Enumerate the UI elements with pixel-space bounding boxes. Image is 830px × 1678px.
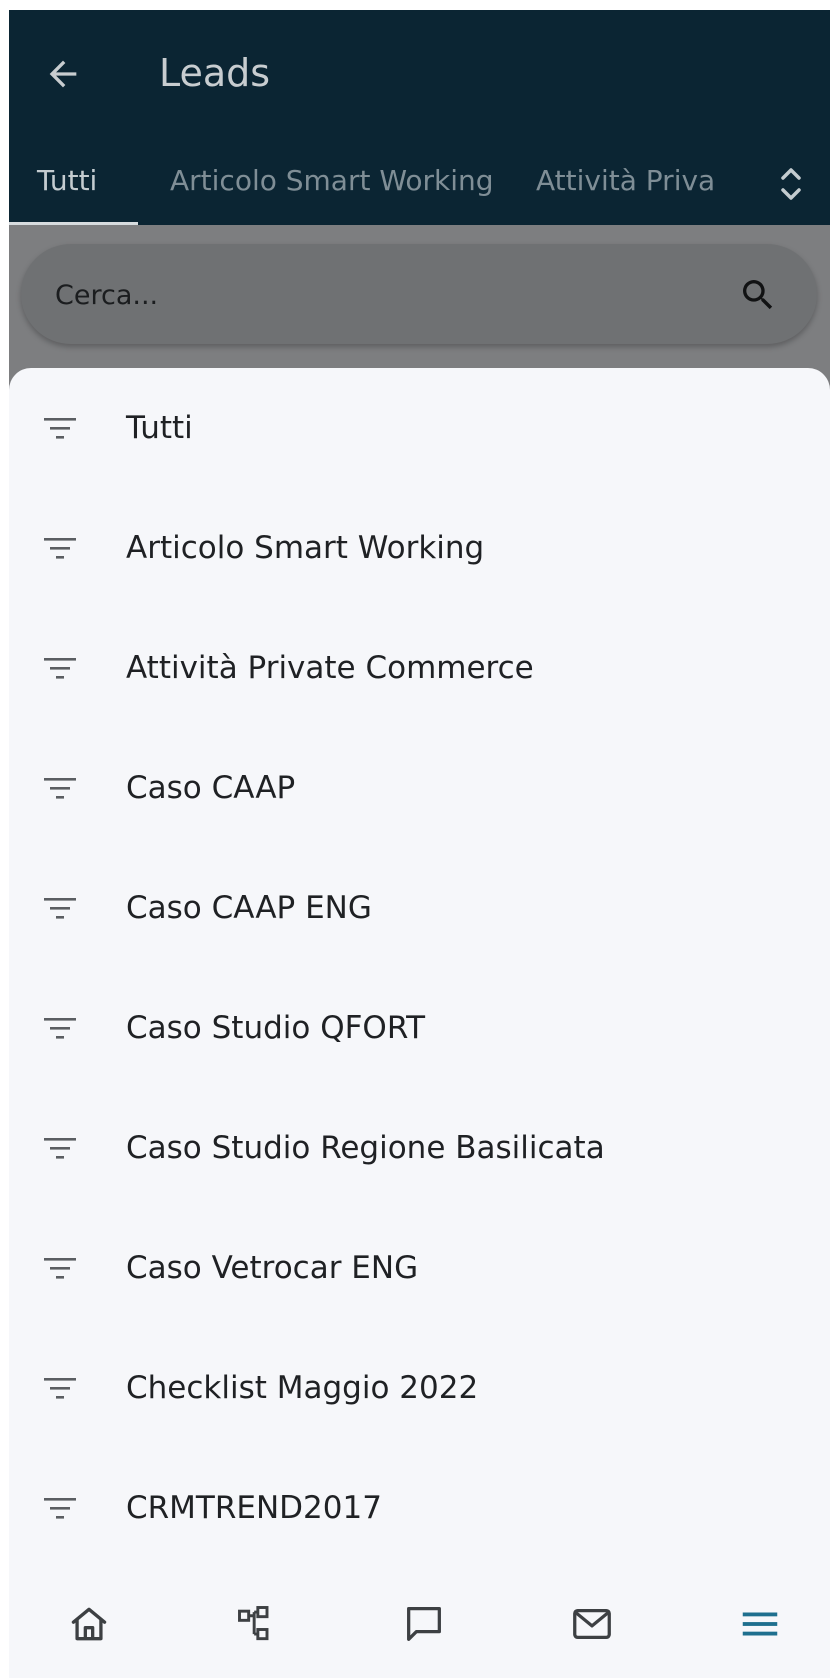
filter-icon: [44, 658, 76, 679]
hierarchy-icon: [238, 1606, 269, 1641]
mail-icon: [573, 1608, 611, 1640]
filter-label: Caso CAAP ENG: [126, 890, 372, 926]
filter-label: Articolo Smart Working: [126, 530, 485, 566]
arrow-left-icon: [49, 60, 77, 88]
search-icon: [743, 280, 773, 310]
chat-icon: [407, 1607, 441, 1641]
filter-item[interactable]: Tutti: [9, 368, 830, 488]
active-tab-indicator: [9, 222, 138, 225]
filter-label: Caso Studio Regione Basilicata: [126, 1130, 605, 1166]
search-button[interactable]: [733, 270, 783, 320]
chevron-up-down-icon: [781, 168, 801, 200]
filter-item[interactable]: Attività Private Commerce: [9, 608, 830, 728]
filter-bottom-sheet: Tutti Articolo Smart Working Attività Pr…: [9, 368, 830, 1678]
filter-label: Caso Vetrocar ENG: [126, 1250, 419, 1286]
tab-articolo-smart-working[interactable]: Articolo Smart Working: [170, 142, 494, 225]
filter-icon: [44, 538, 76, 559]
filter-label: Attività Private Commerce: [126, 650, 534, 686]
filter-icon: [44, 898, 76, 919]
filter-item[interactable]: Caso CAAP ENG: [9, 848, 830, 968]
back-button[interactable]: [39, 50, 87, 98]
filter-item[interactable]: Checklist Maggio 2022: [9, 1328, 830, 1448]
filter-label: Caso Studio QFORT: [126, 1010, 426, 1046]
filter-icon: [44, 1258, 76, 1279]
nav-mail-button[interactable]: [562, 1594, 622, 1654]
filter-item[interactable]: Caso Studio Regione Basilicata: [9, 1088, 830, 1208]
search-bar: [21, 244, 817, 344]
filter-label: CRMTREND2017: [126, 1490, 382, 1526]
nav-chat-button[interactable]: [394, 1594, 454, 1654]
filter-label: Tutti: [126, 410, 193, 446]
filter-item[interactable]: CRMTREND2017: [9, 1448, 830, 1568]
filter-icon: [44, 418, 76, 439]
filter-label: Caso CAAP: [126, 770, 296, 806]
tabs-expand-button[interactable]: [765, 156, 817, 212]
filter-item[interactable]: Caso Studio QFORT: [9, 968, 830, 1088]
filter-icon: [44, 1018, 76, 1039]
filter-tabs: Tutti Articolo Smart Working Attività Pr…: [9, 142, 830, 225]
filter-icon: [44, 778, 76, 799]
nav-home-button[interactable]: [59, 1594, 119, 1654]
filter-item[interactable]: Articolo Smart Working: [9, 488, 830, 608]
tab-attivita-private[interactable]: Attività Priva: [536, 142, 715, 225]
app-bar: Leads Tutti Articolo Smart Working Attiv…: [9, 10, 830, 225]
menu-icon: [742, 1612, 778, 1636]
filter-label: Checklist Maggio 2022: [126, 1370, 479, 1406]
filter-icon: [44, 1138, 76, 1159]
home-icon: [71, 1607, 107, 1641]
screen: Leads Tutti Articolo Smart Working Attiv…: [9, 10, 830, 1678]
nav-structure-button[interactable]: [226, 1594, 286, 1654]
filter-icon: [44, 1498, 76, 1519]
search-input[interactable]: [53, 270, 697, 320]
page-title: Leads: [159, 51, 271, 95]
bottom-navigation: [9, 1580, 830, 1678]
nav-menu-button[interactable]: [730, 1594, 790, 1654]
filter-item[interactable]: Caso Vetrocar ENG: [9, 1208, 830, 1328]
tab-tutti[interactable]: Tutti: [37, 142, 97, 225]
filter-icon: [44, 1378, 76, 1399]
filter-item[interactable]: Caso CAAP: [9, 728, 830, 848]
